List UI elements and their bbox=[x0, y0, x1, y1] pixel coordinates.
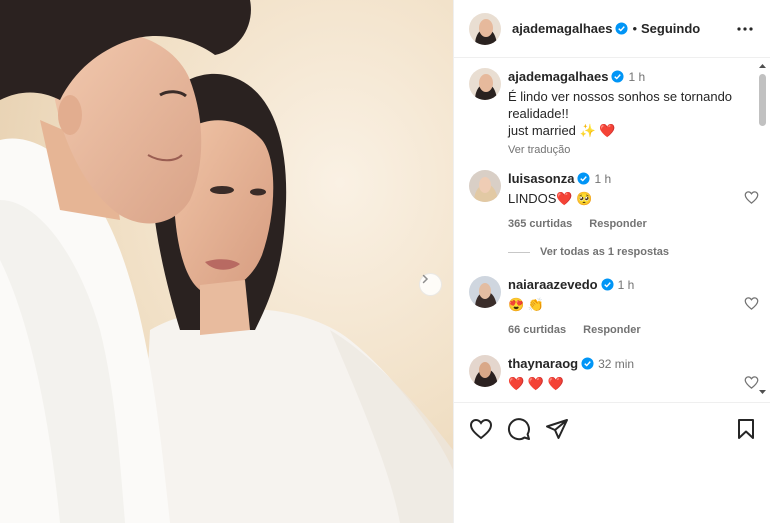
caption-username[interactable]: ajademagalhaes bbox=[508, 69, 608, 84]
commenter-avatar[interactable] bbox=[469, 170, 501, 202]
verified-badge-icon bbox=[615, 22, 628, 35]
verified-badge-icon bbox=[601, 278, 614, 291]
caption-line: realidade!! bbox=[508, 106, 569, 121]
comment-meta: 365 curtidas Responder bbox=[508, 216, 748, 233]
comment-text: 😍 👏 bbox=[508, 297, 544, 312]
comment-text: ❤️ ❤️ ❤️ bbox=[508, 376, 564, 391]
separator-dot: • bbox=[632, 21, 638, 36]
next-photo-button[interactable] bbox=[419, 273, 442, 296]
scroll-down-arrow-icon[interactable] bbox=[757, 388, 768, 396]
comment-item: naiaraazevedo 1 h 😍 👏 66 curtidas Respond… bbox=[469, 276, 759, 346]
comment-time: 1 h bbox=[594, 172, 612, 186]
comment-item: luisasonza 1 h LINDOS❤️ 🥺 365 curtidas Re… bbox=[469, 170, 759, 240]
post-image[interactable] bbox=[0, 0, 453, 523]
caption-line: just married ✨ ❤️ bbox=[508, 123, 616, 138]
reply-button[interactable]: Responder bbox=[589, 218, 646, 230]
scroll-up-arrow-icon[interactable] bbox=[757, 62, 768, 70]
comment-time: 32 min bbox=[598, 357, 635, 371]
post-side-panel: ajademagalhaes • Seguindo ajademagalhaes… bbox=[453, 0, 770, 523]
comment-icon[interactable] bbox=[507, 417, 531, 441]
view-replies-label: Ver todas as 1 respostas bbox=[540, 246, 670, 258]
heart-icon[interactable] bbox=[469, 417, 493, 441]
chevron-right-icon bbox=[422, 274, 429, 284]
author-avatar[interactable] bbox=[469, 12, 501, 45]
post-header: ajademagalhaes • Seguindo bbox=[454, 0, 770, 58]
post-actions-bar bbox=[454, 402, 770, 452]
comment-text: LINDOS❤️ 🥺 bbox=[508, 191, 593, 206]
verified-badge-icon bbox=[581, 357, 594, 370]
caption-line: É lindo ver nossos sonhos se tornando bbox=[508, 89, 733, 104]
view-replies-button[interactable]: Ver todas as 1 respostas bbox=[508, 246, 669, 258]
comment-username[interactable]: luisasonza bbox=[508, 171, 574, 186]
comments-scrollbar[interactable] bbox=[757, 62, 768, 396]
comment-likes-count[interactable]: 365 curtidas bbox=[508, 218, 572, 230]
comments-list[interactable]: ajademagalhaes 1 h É lindo ver nossos son… bbox=[454, 58, 770, 402]
more-options-icon bbox=[737, 27, 753, 31]
comment-username[interactable]: thaynaraog bbox=[508, 356, 578, 371]
caption-item: ajademagalhaes 1 h É lindo ver nossos son… bbox=[469, 68, 759, 158]
caption-time: 1 h bbox=[628, 70, 646, 84]
author-avatar[interactable] bbox=[469, 68, 501, 100]
commenter-avatar[interactable] bbox=[469, 355, 501, 387]
comment-likes-count[interactable]: 66 curtidas bbox=[508, 324, 566, 336]
replies-divider-line bbox=[508, 251, 530, 253]
see-translation-link[interactable]: Ver tradução bbox=[508, 142, 748, 159]
share-icon[interactable] bbox=[545, 417, 569, 441]
bookmark-icon[interactable] bbox=[734, 417, 758, 441]
verified-badge-icon bbox=[611, 70, 624, 83]
couple-photo bbox=[0, 0, 453, 523]
scrollbar-thumb[interactable] bbox=[759, 74, 766, 126]
commenter-avatar[interactable] bbox=[469, 276, 501, 308]
comment-item: thaynaraog 32 min ❤️ ❤️ ❤️ bbox=[469, 355, 759, 402]
comment-meta: 66 curtidas Responder bbox=[508, 322, 748, 339]
following-button[interactable]: Seguindo bbox=[641, 21, 700, 36]
comment-time: 1 h bbox=[617, 278, 635, 292]
author-username[interactable]: ajademagalhaes bbox=[512, 21, 612, 36]
verified-badge-icon bbox=[577, 172, 591, 185]
more-options-button[interactable] bbox=[735, 19, 755, 39]
comment-username[interactable]: naiaraazevedo bbox=[508, 277, 598, 292]
reply-button[interactable]: Responder bbox=[583, 324, 640, 336]
